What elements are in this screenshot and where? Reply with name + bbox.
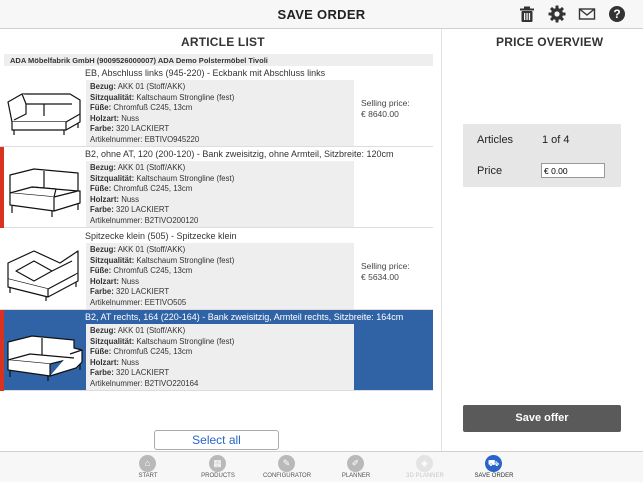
price-label: Price [477,165,503,177]
price-overview-title: PRICE OVERVIEW [496,35,604,49]
grid-icon: ▦ [209,455,226,472]
gear-icon[interactable] [548,5,566,23]
property-sitzqualitaet: Sitzqualität: Kaltschaum Strongline (fes… [90,92,235,102]
tab-configurator[interactable]: ✎ CONFIGURATOR [252,452,322,483]
tab-label: CONFIGURATOR [262,473,312,479]
tab-label: 3D PLANNER [406,473,444,479]
article-row[interactable]: B2, AT rechts, 164 (220-164) - Bank zwei… [0,310,433,391]
article-name: B2, AT rechts, 164 (220-164) - Bank zwei… [85,312,404,322]
tab-label: SAVE ORDER [474,473,514,479]
home-icon: ⌂ [139,455,156,472]
property-holzart: Holzart: Nuss [90,276,139,286]
supplier-header: ADA Möbelfabrik GmbH (9009526000007) ADA… [4,54,433,66]
price-input[interactable] [541,163,605,178]
property-bezug: Bezug: AKK 01 (Stoff/AKK) [90,163,186,172]
article-name: B2, ohne AT, 120 (200-120) - Bank zweisi… [85,149,394,159]
pencil-icon: ✐ [347,455,364,472]
tab-start[interactable]: ⌂ START [113,452,183,483]
sofa-thumbnail [4,243,84,303]
property-sitzqualitaet: Sitzqualität: Kaltschaum Strongline (fes… [90,336,235,346]
property-farbe: Farbe: 320 LACKIERT [90,287,170,297]
property-farbe: Farbe: 320 LACKIERT [90,368,170,378]
article-row[interactable]: Spitzecke klein (505) - Spitzecke klein B… [0,229,433,310]
bottom-tab-bar: ⌂ START ▦ PRODUCTS ✎ CONFIGURATOR ✐ PLANNER ◈ 3D … [0,451,643,482]
property-holzart: Holzart: Nuss [90,113,139,123]
save-offer-button[interactable]: Save offer [463,405,621,432]
property-bezug: Bezug: AKK 01 (Stoff/AKK) [90,326,186,335]
page-title: SAVE ORDER [277,7,366,22]
selling-price: Selling price: € 8640.00 [361,98,410,119]
article-row[interactable]: B2, ohne AT, 120 (200-120) - Bank zweisi… [0,147,433,228]
article-properties: Bezug: AKK 01 (Stoff/AKK) Sitzqualität: K… [86,243,354,309]
wrench-icon: ✎ [278,455,295,472]
tab-3d-planner: ◈ 3D PLANNER [390,452,460,483]
property-holzart: Holzart: Nuss [90,357,139,367]
selling-price: Selling price: € 5634.00 [361,261,410,282]
property-sitzqualitaet: Sitzqualität: Kaltschaum Strongline (fes… [90,255,235,265]
article-name: EB, Abschluss links (945-220) - Eckbank … [85,68,326,78]
property-fuesse: Füße: Chromfuß C245, 13cm [90,184,193,194]
property-farbe: Farbe: 320 LACKIERT [90,124,170,134]
article-row[interactable]: EB, Abschluss links (945-220) - Eckbank … [0,66,433,147]
articles-count: 1 of 4 [542,134,570,146]
property-artikelnummer: Artikelnummer: B2TIVO220164 [90,378,199,388]
sofa-thumbnail [4,80,84,140]
property-fuesse: Füße: Chromfuß C245, 13cm [90,347,193,357]
column-divider [441,29,442,451]
help-icon[interactable]: ? [608,5,626,23]
property-artikelnummer: Artikelnummer: EBTIVO945220 [90,134,200,144]
property-fuesse: Füße: Chromfuß C245, 13cm [90,103,193,113]
property-holzart: Holzart: Nuss [90,194,139,204]
property-fuesse: Füße: Chromfuß C245, 13cm [90,266,193,276]
property-bezug: Bezug: AKK 01 (Stoff/AKK) [90,82,186,91]
article-name: Spitzecke klein (505) - Spitzecke klein [85,231,237,241]
property-artikelnummer: Artikelnummer: EETIVO505 [90,297,187,307]
svg-text:?: ? [613,7,620,21]
property-farbe: Farbe: 320 LACKIERT [90,205,170,215]
property-artikelnummer: Artikelnummer: B2TIVO200120 [90,215,199,225]
property-bezug: Bezug: AKK 01 (Stoff/AKK) [90,245,186,254]
sofa-thumbnail [4,324,84,384]
articles-label: Articles [477,134,514,146]
article-list-title: ARTICLE LIST [181,35,265,49]
tab-label: PLANNER [341,473,371,479]
tab-products[interactable]: ▦ PRODUCTS [183,452,253,483]
price-overview-box: Articles 1 of 4 Price [463,124,621,187]
tab-label: PRODUCTS [201,473,235,479]
top-bar: SAVE ORDER ? [0,0,643,29]
article-properties: Bezug: AKK 01 (Stoff/AKK) Sitzqualität: K… [86,161,354,227]
cart-icon: ⛟ [485,455,502,472]
sofa-thumbnail [4,161,84,221]
tab-label: START [138,473,158,479]
tab-planner[interactable]: ✐ PLANNER [321,452,391,483]
article-properties: Bezug: AKK 01 (Stoff/AKK) Sitzqualität: K… [86,80,354,146]
property-sitzqualitaet: Sitzqualität: Kaltschaum Strongline (fes… [90,173,235,183]
tab-save-order[interactable]: ⛟ SAVE ORDER [459,452,529,483]
cube-icon: ◈ [416,455,433,472]
select-all-button[interactable]: Select all [154,430,279,450]
trash-icon[interactable] [518,5,536,23]
article-properties: Bezug: AKK 01 (Stoff/AKK) Sitzqualität: K… [86,324,354,390]
mail-icon[interactable] [578,5,596,23]
